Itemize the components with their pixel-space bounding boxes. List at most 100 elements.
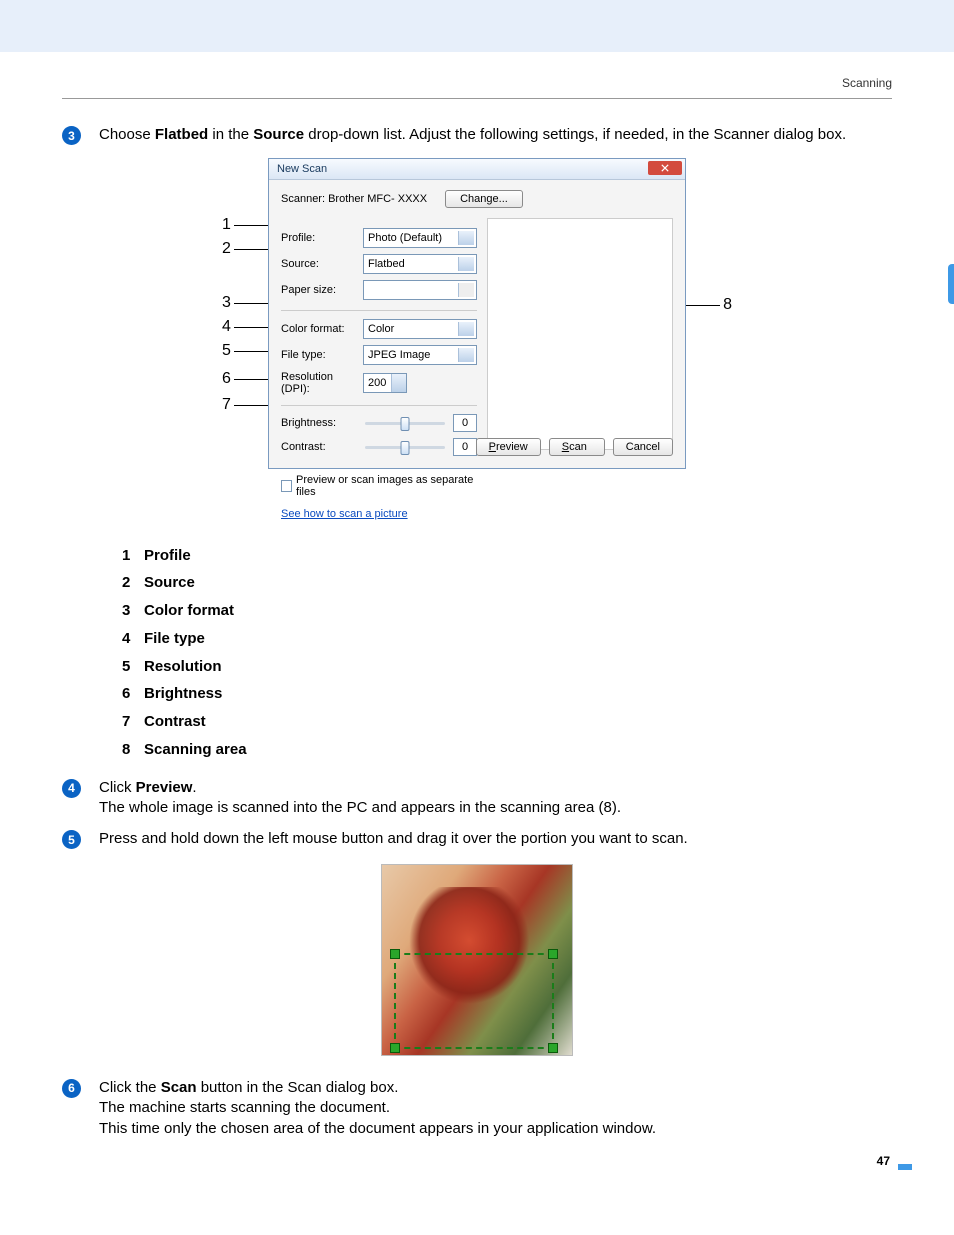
profile-value: Photo (Default) <box>368 232 442 244</box>
step-5-body: Press and hold down the left mouse butto… <box>99 829 892 850</box>
def-2: 2Source <box>122 569 892 597</box>
color-format-value: Color <box>368 323 394 335</box>
divider-1 <box>281 310 477 311</box>
step-5: 5 Press and hold down the left mouse but… <box>62 829 892 850</box>
step-6-line2: The machine starts scanning the document… <box>99 1098 892 1119</box>
step-3-badge: 3 <box>62 126 81 145</box>
resolution-input[interactable]: 200 <box>363 373 407 393</box>
brightness-slider[interactable] <box>365 416 445 430</box>
step-6-body: Click the Scan button in the Scan dialog… <box>99 1078 892 1140</box>
step-3-text-mid: in the <box>208 126 253 143</box>
scan-button[interactable]: Scan <box>549 438 605 456</box>
new-scan-dialog: New Scan Scanner: Brother MFC- XXXX Chan… <box>268 158 686 469</box>
def-6: 6Brightness <box>122 680 892 708</box>
step-6-post: button in the Scan dialog box. <box>197 1079 399 1096</box>
header-underline <box>62 98 892 99</box>
callout-3-line <box>234 303 268 304</box>
callout-1: 1 <box>222 216 231 234</box>
brightness-label: Brightness: <box>281 417 357 429</box>
callout-1-line <box>234 225 268 226</box>
step-4-badge: 4 <box>62 779 81 798</box>
callout-5: 5 <box>222 342 231 360</box>
def-7: 7Contrast <box>122 708 892 736</box>
step-6-scan: Scan <box>161 1079 197 1096</box>
help-link[interactable]: See how to scan a picture <box>281 508 408 520</box>
top-blue-bar <box>0 0 954 52</box>
step-6-line3: This time only the chosen area of the do… <box>99 1119 892 1140</box>
callout-8: 8 <box>723 296 732 314</box>
page-number-bar <box>898 1164 912 1170</box>
step-3-text-pre: Choose <box>99 126 155 143</box>
step-3-body: Choose Flatbed in the Source drop-down l… <box>99 125 892 146</box>
contrast-value[interactable]: 0 <box>453 438 477 456</box>
step-6: 6 Click the Scan button in the Scan dial… <box>62 1078 892 1140</box>
definitions-list: 1Profile 2Source 3Color format 4File typ… <box>122 542 892 764</box>
step-6-pre: Click the <box>99 1079 161 1096</box>
brightness-value[interactable]: 0 <box>453 414 477 432</box>
file-type-value: JPEG Image <box>368 349 430 361</box>
crop-handle-bl[interactable] <box>390 1043 400 1053</box>
source-label: Source: <box>281 258 357 270</box>
crop-handle-tr[interactable] <box>548 949 558 959</box>
def-8: 8Scanning area <box>122 736 892 764</box>
def-3: 3Color format <box>122 597 892 625</box>
contrast-slider[interactable] <box>365 440 445 454</box>
crop-handle-tl[interactable] <box>390 949 400 959</box>
close-icon[interactable] <box>648 161 682 175</box>
preview-button[interactable]: Preview <box>476 438 541 456</box>
step-4-pre: Click <box>99 779 136 796</box>
crop-handle-br[interactable] <box>548 1043 558 1053</box>
paper-size-label: Paper size: <box>281 284 357 296</box>
file-type-label: File type: <box>281 349 357 361</box>
source-select[interactable]: Flatbed <box>363 254 477 274</box>
header-section-label: Scanning <box>62 76 892 90</box>
cancel-button[interactable]: Cancel <box>613 438 673 456</box>
step-4-line2: The whole image is scanned into the PC a… <box>99 798 892 819</box>
callout-6-line <box>234 379 268 380</box>
dialog-title: New Scan <box>277 163 327 175</box>
preview-area[interactable] <box>487 218 673 450</box>
resolution-label: Resolution (DPI): <box>281 371 357 395</box>
callout-7-line <box>234 405 268 406</box>
def-1: 1Profile <box>122 542 892 570</box>
callout-3: 3 <box>222 294 231 312</box>
def-5: 5Resolution <box>122 653 892 681</box>
step-3-source: Source <box>253 126 304 143</box>
callout-4: 4 <box>222 318 231 336</box>
color-format-select[interactable]: Color <box>363 319 477 339</box>
divider-2 <box>281 405 477 406</box>
scan-button-rest: can <box>569 441 587 453</box>
callout-6: 6 <box>222 370 231 388</box>
callout-8-line <box>686 305 720 306</box>
step-6-badge: 6 <box>62 1079 81 1098</box>
step-3-text-post: drop-down list. Adjust the following set… <box>304 126 846 143</box>
chapter-side-tab: 2 <box>948 264 954 304</box>
step-4: 4 Click Preview. The whole image is scan… <box>62 778 892 819</box>
file-type-select[interactable]: JPEG Image <box>363 345 477 365</box>
scanner-label: Scanner: Brother MFC- XXXX <box>281 193 427 205</box>
dialog-wrap: 1 2 3 4 5 6 7 8 New Scan <box>62 158 892 520</box>
contrast-label: Contrast: <box>281 441 357 453</box>
callout-5-line <box>234 351 268 352</box>
change-button[interactable]: Change... <box>445 190 523 208</box>
step-3: 3 Choose Flatbed in the Source drop-down… <box>62 125 892 146</box>
crop-selection[interactable] <box>394 953 554 1049</box>
separate-files-checkbox[interactable] <box>281 480 292 492</box>
dialog-title-bar: New Scan <box>269 159 685 180</box>
callout-7: 7 <box>222 396 231 414</box>
step-4-post: . <box>192 779 196 796</box>
callout-2-line <box>234 249 268 250</box>
profile-select[interactable]: Photo (Default) <box>363 228 477 248</box>
preview-button-rest: review <box>496 441 528 453</box>
def-4: 4File type <box>122 625 892 653</box>
color-format-label: Color format: <box>281 323 357 335</box>
step-4-body: Click Preview. The whole image is scanne… <box>99 778 892 819</box>
page-number: 47 <box>877 1154 890 1168</box>
callout-4-line <box>234 327 268 328</box>
resolution-value: 200 <box>368 377 386 389</box>
crop-preview-image <box>381 864 573 1056</box>
paper-size-select <box>363 280 477 300</box>
separate-files-label: Preview or scan images as separate files <box>296 474 477 498</box>
step-3-flatbed: Flatbed <box>155 126 208 143</box>
step-4-preview: Preview <box>136 779 193 796</box>
